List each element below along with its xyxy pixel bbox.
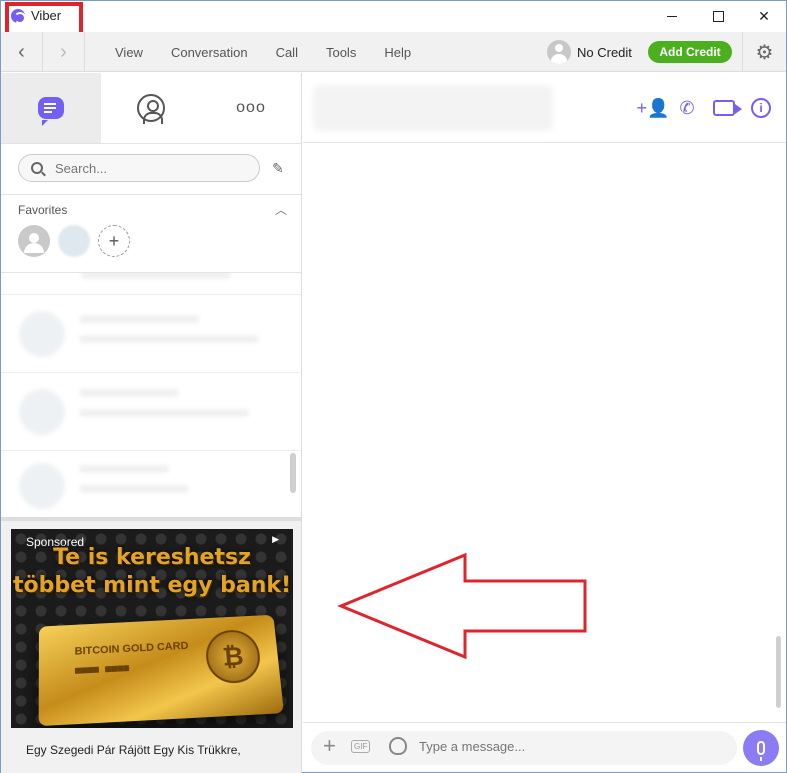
ad-flag-icon[interactable]: ▶ bbox=[272, 534, 279, 545]
favorites-title: Favorites bbox=[18, 203, 68, 217]
menu-view[interactable]: View bbox=[101, 45, 157, 60]
compose-button[interactable]: ✎ bbox=[270, 160, 286, 176]
minimize-button[interactable] bbox=[649, 1, 695, 31]
sidebar-tabs: ooo bbox=[1, 73, 301, 143]
message-composer: + GIF bbox=[303, 722, 786, 772]
search-icon bbox=[31, 162, 43, 174]
title-bar: Viber ✕ bbox=[1, 1, 787, 40]
gold-card-image: BITCOIN GOLD CARD ■■■■ ■■■■ ₿ bbox=[38, 614, 284, 727]
maximize-icon bbox=[712, 10, 724, 22]
plus-icon[interactable]: + bbox=[323, 735, 336, 757]
bitcoin-icon: ₿ bbox=[204, 628, 263, 685]
ad-card-label: BITCOIN GOLD CARD bbox=[74, 640, 189, 658]
credit-area[interactable]: No Credit bbox=[547, 40, 632, 64]
chevron-left-icon: ‹ bbox=[18, 40, 25, 63]
forward-button[interactable]: › bbox=[43, 32, 85, 72]
menu-tools[interactable]: Tools bbox=[312, 45, 370, 60]
video-call-button[interactable] bbox=[709, 96, 742, 120]
menu-conversation[interactable]: Conversation bbox=[157, 45, 262, 60]
chevron-right-icon: › bbox=[60, 40, 67, 63]
contacts-icon bbox=[137, 94, 165, 124]
search-row: ✎ bbox=[1, 143, 301, 193]
voice-call-icon[interactable]: ✆ bbox=[675, 96, 699, 120]
viber-window: Viber ✕ ‹ › View Conversation Call Tools… bbox=[0, 0, 787, 773]
tab-contacts[interactable] bbox=[101, 73, 201, 143]
favorites-section: Favorites ︿ + bbox=[1, 194, 301, 272]
list-item[interactable] bbox=[1, 295, 301, 373]
conversation-list-scrollbar[interactable] bbox=[290, 453, 296, 493]
compose-icon: ✎ bbox=[272, 159, 284, 176]
conversation-list bbox=[1, 272, 301, 517]
tab-more[interactable]: ooo bbox=[201, 73, 301, 143]
back-button[interactable]: ‹ bbox=[1, 32, 43, 72]
ad-headline-line1: Te is kereshetsz bbox=[53, 545, 251, 570]
list-item[interactable] bbox=[1, 373, 301, 451]
gear-icon: ⚙ bbox=[755, 41, 774, 64]
add-participant-icon[interactable]: +👤 bbox=[637, 96, 670, 120]
menu-help[interactable]: Help bbox=[370, 45, 425, 60]
message-area-scrollbar[interactable] bbox=[776, 636, 781, 708]
chevron-up-icon[interactable]: ︿ bbox=[275, 201, 287, 218]
list-item[interactable] bbox=[1, 273, 301, 295]
minimize-icon bbox=[667, 15, 677, 17]
close-icon: ✕ bbox=[758, 7, 770, 24]
avatar bbox=[19, 311, 65, 357]
search-input[interactable] bbox=[55, 160, 235, 176]
account-avatar-icon bbox=[547, 40, 571, 64]
microphone-icon bbox=[757, 741, 765, 761]
ad-image[interactable]: Sponsored ▶ Te is kereshetsz többet mint… bbox=[11, 529, 293, 728]
credit-label: No Credit bbox=[577, 44, 632, 60]
more-icon: ooo bbox=[236, 99, 266, 116]
message-input[interactable] bbox=[419, 739, 719, 754]
avatar bbox=[19, 389, 65, 435]
contact-name-blurred[interactable] bbox=[313, 85, 553, 131]
add-favorite-button[interactable]: + bbox=[98, 225, 130, 257]
info-icon: i bbox=[751, 98, 771, 118]
list-item[interactable] bbox=[1, 451, 301, 517]
sponsored-ad[interactable]: Sponsored ▶ Te is kereshetsz többet mint… bbox=[1, 517, 301, 773]
conversation-header: +👤 ✆ i bbox=[303, 73, 786, 143]
chats-icon bbox=[38, 97, 64, 126]
annotation-arrow bbox=[337, 552, 587, 660]
add-credit-button[interactable]: Add Credit bbox=[648, 41, 732, 63]
video-call-icon bbox=[713, 100, 742, 116]
tab-chats[interactable] bbox=[1, 73, 101, 143]
avatar bbox=[19, 463, 65, 509]
menu-bar: ‹ › View Conversation Call Tools Help No… bbox=[1, 32, 786, 72]
settings-button[interactable]: ⚙ bbox=[742, 32, 786, 72]
voice-message-button[interactable] bbox=[743, 730, 779, 766]
close-button[interactable]: ✕ bbox=[741, 1, 787, 31]
menu-call[interactable]: Call bbox=[262, 45, 312, 60]
info-button[interactable]: i bbox=[749, 96, 773, 120]
ad-caption: Egy Szegedi Pár Rájött Egy Kis Trükkre, bbox=[26, 743, 241, 757]
left-panel: ooo ✎ Favorites ︿ + bbox=[1, 73, 302, 773]
sticker-icon[interactable] bbox=[389, 737, 407, 755]
search-box[interactable] bbox=[18, 154, 260, 182]
favorite-group-avatar[interactable] bbox=[18, 225, 50, 257]
ad-headline-line2: többet mint egy bank! bbox=[12, 573, 292, 598]
gif-icon[interactable]: GIF bbox=[351, 740, 371, 753]
favorite-contact-avatar[interactable] bbox=[58, 225, 90, 257]
menu-items: View Conversation Call Tools Help bbox=[101, 32, 425, 72]
maximize-button[interactable] bbox=[695, 1, 741, 31]
